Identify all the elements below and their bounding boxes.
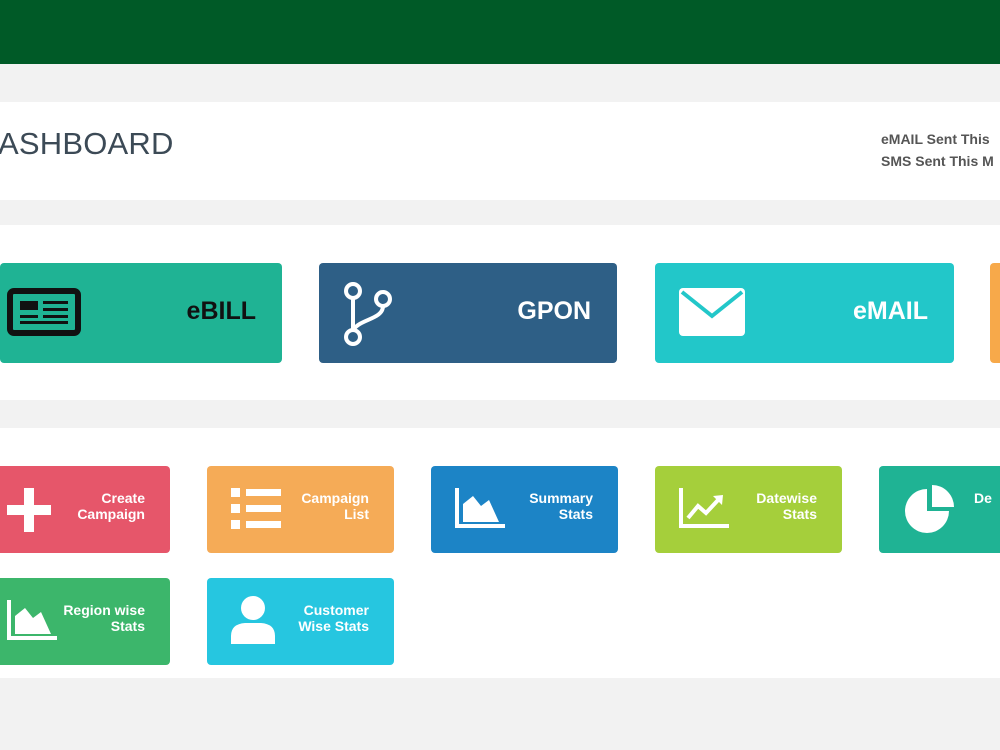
datewise-stats-label: Datewise Stats xyxy=(756,490,817,522)
region-wise-stats-button[interactable]: Region wise Stats xyxy=(0,578,170,665)
envelope-icon xyxy=(679,288,745,341)
region-wise-stats-label: Region wise Stats xyxy=(63,602,145,634)
datewise-stats-button[interactable]: Datewise Stats xyxy=(655,466,842,553)
newspaper-icon xyxy=(7,288,81,341)
branch-icon xyxy=(341,281,395,352)
sms-sent-stat: SMS Sent This M xyxy=(881,153,994,169)
summary-stats-button[interactable]: Summary Stats xyxy=(431,466,618,553)
customer-wise-stats-button[interactable]: Customer Wise Stats xyxy=(207,578,394,665)
create-campaign-button[interactable]: Create Campaign xyxy=(0,466,170,553)
gpon-tile[interactable]: GPON xyxy=(319,263,617,363)
demographic-stats-label: De xyxy=(974,490,992,506)
campaign-list-label: Campaign List xyxy=(301,490,369,522)
ebill-label: eBILL xyxy=(186,297,256,325)
demographic-stats-button[interactable]: De xyxy=(879,466,1000,553)
email-sent-stat: eMAIL Sent This xyxy=(881,131,990,147)
top-navbar xyxy=(0,0,1000,64)
gpon-label: GPON xyxy=(517,297,591,325)
email-tile[interactable]: eMAIL xyxy=(655,263,954,363)
email-label: eMAIL xyxy=(853,297,928,325)
pie-chart-icon xyxy=(903,485,955,538)
page-title: ASHBOARD xyxy=(0,126,174,161)
summary-stats-label: Summary Stats xyxy=(529,490,593,522)
sms-tile[interactable] xyxy=(990,263,1000,363)
customer-wise-stats-label: Customer Wise Stats xyxy=(298,602,369,634)
campaign-list-button[interactable]: Campaign List xyxy=(207,466,394,553)
ebill-tile[interactable]: eBILL xyxy=(0,263,282,363)
create-campaign-label: Create Campaign xyxy=(77,490,145,522)
